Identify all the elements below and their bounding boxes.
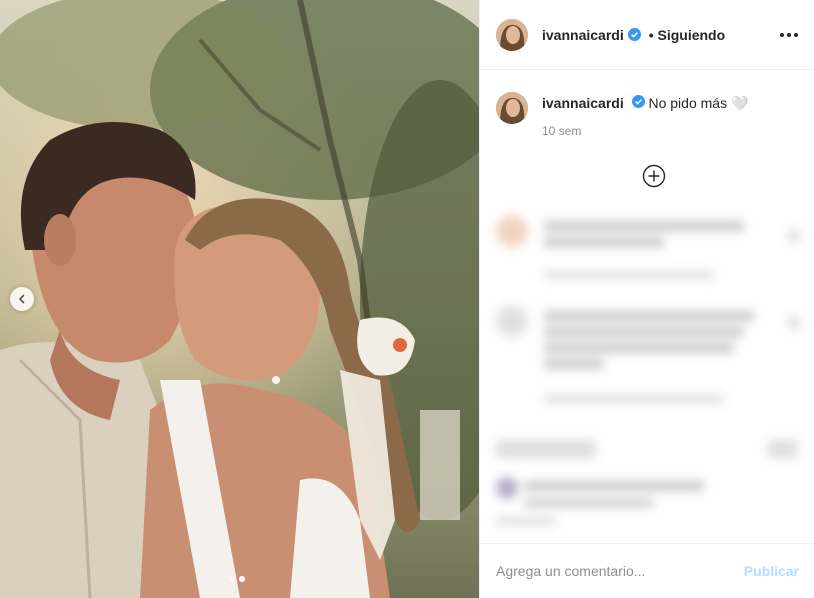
caption-body: ivannaicardi No pido más 🤍 10 sem	[542, 95, 748, 138]
carousel-dot-active	[239, 576, 245, 582]
plus-circle-icon	[642, 164, 666, 188]
verified-badge-icon	[627, 28, 641, 41]
avatar-image	[496, 18, 528, 51]
more-dot-icon	[780, 32, 784, 37]
caption-line: ivannaicardi No pido más 🤍	[542, 95, 748, 112]
post-timestamp[interactable]: 10 sem	[542, 124, 748, 138]
publish-button[interactable]: Publicar	[744, 563, 799, 579]
post-photo[interactable]	[0, 0, 479, 598]
blurred-comments	[480, 205, 814, 545]
more-dot-icon	[787, 32, 791, 37]
caption-avatar[interactable]	[496, 92, 528, 124]
post-caption: ivannaicardi No pido más 🤍 10 sem	[480, 70, 814, 138]
chevron-left-icon	[18, 294, 25, 304]
caption-text: No pido más	[648, 95, 728, 111]
carousel-dot	[229, 576, 235, 582]
load-more-comments-button[interactable]	[642, 164, 666, 193]
carousel-indicator	[229, 576, 245, 582]
photo-illustration	[0, 0, 479, 598]
comment-form: Publicar	[480, 543, 814, 598]
avatar[interactable]	[496, 18, 528, 51]
carousel-prev-button[interactable]	[10, 287, 34, 311]
caption-username[interactable]: ivannaicardi	[542, 95, 624, 111]
comment-input[interactable]	[496, 563, 744, 579]
post-header: ivannaicardi • Siguiendo	[480, 0, 814, 70]
more-options-button[interactable]	[780, 32, 798, 37]
post-sidebar: ivannaicardi • Siguiendo ivannaicardi No…	[479, 0, 814, 598]
username-link[interactable]: ivannaicardi	[542, 27, 624, 43]
caption-heart-emoji: 🤍	[730, 95, 749, 111]
post-modal: ivannaicardi • Siguiendo ivannaicardi No…	[0, 0, 814, 598]
following-status[interactable]: • Siguiendo	[649, 27, 725, 43]
more-dot-icon	[794, 32, 798, 37]
verified-badge-icon	[631, 95, 645, 108]
avatar-image	[496, 92, 528, 124]
